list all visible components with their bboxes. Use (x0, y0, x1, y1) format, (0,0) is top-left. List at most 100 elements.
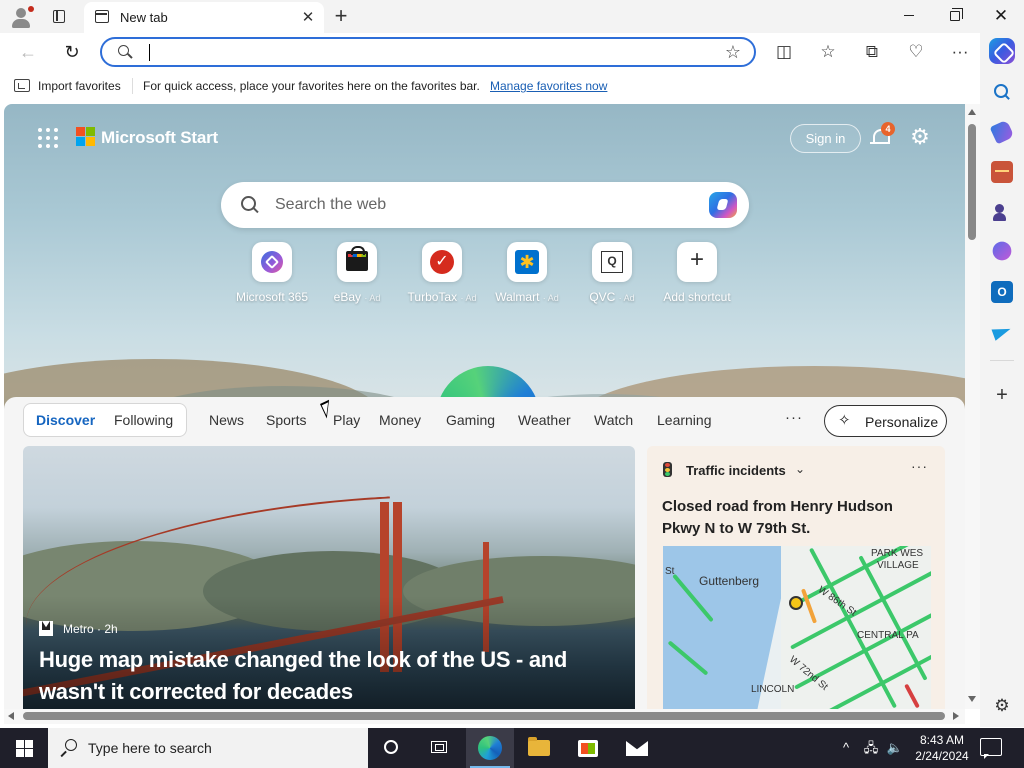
copilot-icon[interactable] (709, 192, 737, 218)
personalize-button[interactable]: ✧ Personalize (824, 405, 947, 437)
tab-play[interactable]: Play (333, 412, 360, 428)
profile-icon[interactable] (8, 4, 34, 30)
new-tab-button[interactable]: + (328, 4, 354, 30)
more-options-icon[interactable]: ··· (946, 39, 974, 65)
ebay-bag-icon (346, 246, 368, 271)
chevron-down-icon[interactable]: ⌄ (795, 462, 805, 476)
shortcut-microsoft-365[interactable]: Microsoft 365 (230, 242, 314, 308)
shortcut-tile: Q (592, 242, 632, 282)
collections-icon[interactable]: ⧉ (858, 39, 886, 65)
ad-tag: · Ad (460, 293, 477, 303)
add-shortcut-button[interactable]: + Add shortcut (655, 242, 739, 308)
shortcut-tile: ✓ (422, 242, 462, 282)
task-view-icon[interactable] (416, 728, 464, 768)
copilot-icon[interactable] (989, 38, 1015, 64)
refresh-button[interactable]: ↻ (58, 38, 86, 66)
traffic-card[interactable]: Traffic incidents ⌄ ··· Closed road from… (647, 446, 945, 709)
brand-title[interactable]: Microsoft Start (101, 128, 218, 148)
hero-story-card[interactable]: Metro · 2h Huge map mistake changed the … (23, 446, 635, 709)
split-screen-icon[interactable]: ◫ (770, 39, 798, 65)
microsoft-365-icon[interactable] (992, 241, 1012, 261)
edge-sidebar: O + ⚙ (980, 33, 1024, 727)
horizontal-scrollbar[interactable] (4, 709, 965, 724)
tab-learning[interactable]: Learning (657, 412, 712, 428)
add-sidebar-app-icon[interactable]: + (991, 384, 1013, 406)
shortcut-tile (252, 242, 292, 282)
web-search-box[interactable] (221, 182, 749, 228)
shortcut-turbotax[interactable]: ✓ TurboTax · Ad (400, 242, 484, 308)
tab-actions-icon[interactable] (48, 6, 70, 28)
shortcut-walmart[interactable]: ✱ Walmart · Ad (485, 242, 569, 308)
show-hidden-icons-icon[interactable]: ^ (838, 740, 854, 756)
games-icon[interactable] (991, 201, 1013, 223)
tab-discover[interactable]: Discover (36, 412, 95, 428)
card-more-icon[interactable]: ··· (911, 458, 928, 474)
app-launcher-icon[interactable] (38, 128, 58, 148)
microsoft-365-icon (261, 251, 283, 273)
scroll-left-arrow[interactable] (8, 712, 14, 720)
manage-favorites-link[interactable]: Manage favorites now (490, 79, 607, 93)
volume-icon[interactable]: 🔈 (886, 739, 904, 757)
scroll-up-arrow[interactable] (968, 109, 976, 115)
sign-in-button[interactable]: Sign in (790, 124, 861, 153)
turbotax-check-icon: ✓ (430, 250, 454, 274)
close-window-button[interactable]: ✕ (978, 0, 1024, 32)
edge-taskbar-icon[interactable] (466, 728, 514, 768)
taskbar-search-box[interactable]: Type here to search (48, 728, 368, 768)
traffic-incident-title[interactable]: Closed road from Henry Hudson Pkwy N to … (662, 496, 932, 540)
tab-new-tab[interactable]: New tab ✕ (84, 2, 324, 33)
scroll-thumb[interactable] (968, 124, 976, 240)
vertical-scrollbar[interactable] (965, 104, 980, 709)
back-button[interactable]: ← (14, 38, 42, 66)
story-headline[interactable]: Huge map mistake changed the look of the… (39, 644, 629, 708)
tab-watch[interactable]: Watch (594, 412, 633, 428)
address-bar[interactable]: ☆ (100, 37, 756, 67)
tab-gaming[interactable]: Gaming (446, 412, 495, 428)
clock[interactable]: 8:43 AM 2/24/2024 (910, 732, 974, 764)
favorites-bar-message: For quick access, place your favorites h… (143, 79, 480, 93)
minimize-button[interactable] (886, 0, 932, 32)
address-input[interactable] (146, 42, 706, 62)
tab-sports[interactable]: Sports (266, 412, 306, 428)
import-favorites-icon[interactable] (14, 79, 30, 92)
traffic-light-icon (663, 462, 672, 477)
tab-money[interactable]: Money (379, 412, 421, 428)
restore-button[interactable] (932, 0, 978, 32)
web-search-input[interactable] (275, 195, 675, 215)
story-source: Metro · 2h (63, 622, 118, 636)
browser-toolbar: ← ↻ ☆ ◫ ☆ ⧉ ♡ ··· (0, 33, 1024, 71)
network-icon[interactable]: 🖧 (862, 739, 880, 757)
scroll-right-arrow[interactable] (953, 712, 959, 720)
outlook-icon[interactable]: O (991, 281, 1013, 303)
incident-marker-icon[interactable] (789, 596, 803, 610)
sidebar-search-icon[interactable] (991, 81, 1013, 103)
shortcut-tile: + (677, 242, 717, 282)
sidebar-settings-icon[interactable]: ⚙ (991, 695, 1013, 717)
scroll-thumb[interactable] (23, 712, 945, 720)
traffic-card-header[interactable]: Traffic incidents (686, 463, 786, 478)
mail-icon[interactable] (613, 728, 661, 768)
more-tabs-icon[interactable]: ··· (785, 409, 803, 426)
tab-news[interactable]: News (209, 412, 244, 428)
shopping-icon[interactable] (989, 119, 1015, 145)
microsoft-logo-icon (76, 127, 96, 147)
microsoft-store-icon[interactable] (564, 728, 612, 768)
start-button[interactable] (0, 728, 48, 768)
page-settings-icon[interactable]: ⚙ (909, 126, 931, 148)
cortana-icon[interactable] (368, 728, 416, 768)
scroll-down-arrow[interactable] (968, 696, 976, 702)
action-center-icon[interactable] (980, 738, 1002, 759)
shortcut-ebay[interactable]: eBay · Ad (315, 242, 399, 308)
close-tab-icon[interactable]: ✕ (298, 8, 318, 28)
favorites-icon[interactable]: ☆ (814, 39, 842, 65)
performance-icon[interactable]: ♡ (902, 39, 930, 65)
drop-icon[interactable] (991, 321, 1013, 343)
tab-following[interactable]: Following (114, 412, 173, 428)
add-favorite-icon[interactable]: ☆ (722, 41, 744, 63)
shortcut-qvc[interactable]: Q QVC · Ad (570, 242, 654, 308)
tools-icon[interactable] (991, 161, 1013, 183)
import-favorites-button[interactable]: Import favorites (38, 79, 121, 93)
traffic-map[interactable]: Guttenberg PARK WES VILLAGE W 86th St CE… (663, 546, 931, 709)
tab-weather[interactable]: Weather (518, 412, 571, 428)
file-explorer-icon[interactable] (515, 728, 563, 768)
